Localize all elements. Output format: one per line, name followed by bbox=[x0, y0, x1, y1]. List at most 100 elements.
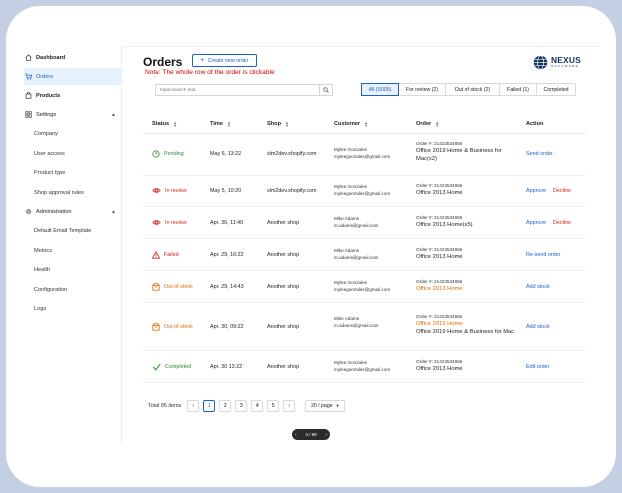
pagination: Total 85 items ‹ 1 2 3 4 5 › 20 / page ▼ bbox=[148, 399, 346, 412]
search-button[interactable] bbox=[319, 84, 332, 96]
table-row[interactable]: Completed Apr. 30 13:22 Another shop Myl… bbox=[143, 351, 586, 383]
sort-icon: ▲ ▼ bbox=[226, 120, 231, 128]
send-order-button[interactable]: Send order bbox=[526, 151, 553, 157]
sidebar-item-health[interactable]: Health bbox=[24, 261, 122, 278]
column-header-shop[interactable]: Shop ▲ ▼ bbox=[267, 120, 289, 128]
add-stock-button[interactable]: Add stock bbox=[526, 284, 550, 290]
sidebar-item-label: Settings bbox=[36, 111, 57, 118]
table-row[interactable]: Pending May 6, 13:22 slm2dev.shopify.com… bbox=[143, 134, 586, 176]
create-new-order-button[interactable]: + Create new order bbox=[192, 54, 257, 67]
order-cell: Order #: 21423534656 Office 2019 Home & … bbox=[416, 140, 502, 163]
column-header-order[interactable]: Order ▲ ▼ bbox=[416, 121, 439, 128]
sidebar-item-orders[interactable]: Orders bbox=[24, 68, 122, 85]
customer-cell: Mike Adams m.adams@gmail.com bbox=[334, 315, 379, 329]
page-3-button[interactable]: 3 bbox=[235, 399, 248, 412]
customer-email: myleegonzales@gmail.com bbox=[334, 191, 391, 196]
grid-icon bbox=[24, 111, 33, 118]
time-cell: May 6, 13:22 bbox=[210, 151, 242, 157]
sort-icon: ▲ ▼ bbox=[284, 120, 289, 128]
filter-tabs: All (S005) For review (2) Out of stock (… bbox=[361, 83, 576, 96]
time-cell: Apr. 30 13:22 bbox=[210, 364, 243, 370]
warning-icon bbox=[152, 251, 160, 259]
time-cell: Apr. 30, 11:40 bbox=[210, 220, 244, 226]
resend-order-button[interactable]: Re-send order bbox=[526, 252, 560, 258]
chevron-right-icon[interactable]: › bbox=[325, 432, 327, 437]
table-row[interactable]: Out of stock Apr. 29, 14:43 Another shop… bbox=[143, 271, 586, 303]
sidebar-item-label: Default Email Template bbox=[34, 227, 92, 234]
sidebar-item-label: Dashboard bbox=[36, 54, 66, 61]
column-header-status[interactable]: Status ▲ ▼ bbox=[152, 121, 177, 128]
shop-cell: Another shop bbox=[267, 252, 300, 258]
status-badge: In review bbox=[165, 187, 187, 194]
page-1-button[interactable]: 1 bbox=[203, 399, 216, 412]
order-cell: Order #: 21423534656 Office 2013 Home bbox=[416, 182, 463, 197]
edit-order-button[interactable]: Edit order bbox=[526, 364, 549, 370]
next-page-button[interactable]: › bbox=[283, 399, 296, 412]
order-product: Office 2013 Home bbox=[416, 286, 463, 292]
table-row[interactable]: In review Apr. 30, 11:40 Another shop Mi… bbox=[143, 207, 586, 239]
table-row[interactable]: In review May 5, 10:20 slm2dev.shopify.c… bbox=[143, 176, 586, 207]
bag-icon bbox=[24, 92, 33, 99]
sidebar-item-dashboard[interactable]: Dashboard bbox=[24, 49, 122, 66]
sidebar-item-metrics[interactable]: Metrics bbox=[24, 242, 122, 259]
order-number: Order #: 21423534656 bbox=[416, 359, 463, 364]
sidebar-item-company[interactable]: Company bbox=[24, 125, 122, 142]
add-stock-button[interactable]: Add stock bbox=[526, 324, 550, 330]
filter-failed[interactable]: Failed (1) bbox=[499, 83, 537, 96]
decline-button[interactable]: Decline bbox=[553, 188, 571, 194]
order-product: Office 2013 Home bbox=[416, 190, 463, 196]
sidebar-item-product-type[interactable]: Product type bbox=[24, 164, 122, 181]
sidebar-item-user-access[interactable]: User access bbox=[24, 145, 122, 162]
customer-name: Mylee Gonzales bbox=[334, 147, 367, 152]
sidebar-item-administration[interactable]: Administration ▲ bbox=[24, 203, 122, 220]
sidebar: Dashboard Orders Products Settings ▲ Com… bbox=[24, 46, 122, 444]
table-row[interactable]: Out of stock Apr. 30, 09:22 Another shop… bbox=[143, 303, 586, 351]
shop-cell: Another shop bbox=[267, 284, 300, 290]
status-cell: Completed bbox=[152, 363, 191, 371]
sidebar-item-logs[interactable]: Logs bbox=[24, 300, 122, 317]
status-badge: In review bbox=[165, 219, 187, 226]
filter-all[interactable]: All (S005) bbox=[361, 83, 399, 96]
table-row[interactable]: Failed Apr. 29, 16:22 Another shop Mike … bbox=[143, 239, 586, 271]
column-header-time[interactable]: Time ▲ ▼ bbox=[210, 120, 231, 128]
customer-email: m.adams@gmail.com bbox=[334, 223, 379, 228]
prev-page-button[interactable]: ‹ bbox=[187, 399, 200, 412]
search-input[interactable] bbox=[156, 85, 320, 95]
sidebar-item-products[interactable]: Products bbox=[24, 87, 122, 104]
decline-button[interactable]: Decline bbox=[553, 220, 571, 226]
shop-cell: Another shop bbox=[267, 220, 300, 226]
page-title: Orders bbox=[143, 55, 183, 69]
customer-email: m.adams@gmail.com bbox=[334, 323, 379, 328]
page-size-select[interactable]: 20 / page ▼ bbox=[305, 399, 346, 412]
globe-icon bbox=[533, 54, 548, 70]
customer-name: Mike Adams bbox=[334, 216, 360, 221]
column-label: Time bbox=[210, 121, 223, 127]
page-5-button[interactable]: 5 bbox=[267, 399, 280, 412]
approve-button[interactable]: Approve bbox=[526, 220, 546, 226]
order-number: Order #: 21423534656 bbox=[416, 247, 463, 252]
filter-out-of-stock[interactable]: Out of stock (2) bbox=[445, 83, 500, 96]
sidebar-item-label: Configuration bbox=[34, 286, 68, 293]
filter-for-review[interactable]: For review (2) bbox=[398, 83, 446, 96]
sidebar-item-configuration[interactable]: Configuration bbox=[24, 281, 122, 298]
chevron-left-icon[interactable]: ‹ bbox=[295, 432, 297, 437]
order-product: Office 2013 Home bbox=[416, 366, 463, 372]
sidebar-item-default-email-template[interactable]: Default Email Template bbox=[24, 222, 122, 239]
total-items: Total 85 items bbox=[148, 402, 182, 409]
customer-cell: Mylee Gonzales myleegonzales@gmail.com bbox=[334, 359, 390, 373]
pager-label: 4 / 68 bbox=[305, 432, 317, 437]
status-badge: Completed bbox=[165, 364, 192, 370]
customer-cell: Mike Adams m.adams@gmail.com bbox=[334, 247, 379, 261]
sidebar-item-shop-approval-rules[interactable]: Shop approval rules bbox=[24, 184, 122, 201]
page-2-button[interactable]: 2 bbox=[219, 399, 232, 412]
sidebar-item-settings[interactable]: Settings ▲ bbox=[24, 106, 122, 123]
page-4-button[interactable]: 4 bbox=[251, 399, 264, 412]
customer-email: myleegonzales@gmail.com bbox=[334, 154, 391, 159]
clock-icon bbox=[152, 150, 160, 158]
column-header-customer[interactable]: Customer ▲ ▼ bbox=[334, 121, 368, 128]
create-new-order-label: Create new order bbox=[207, 57, 249, 64]
filter-completed[interactable]: Completed bbox=[536, 83, 576, 96]
status-badge: Out of stock bbox=[164, 324, 193, 330]
order-cell: Order #: 21423534656 Office 2013 Home bbox=[416, 246, 463, 261]
approve-button[interactable]: Approve bbox=[526, 188, 546, 194]
